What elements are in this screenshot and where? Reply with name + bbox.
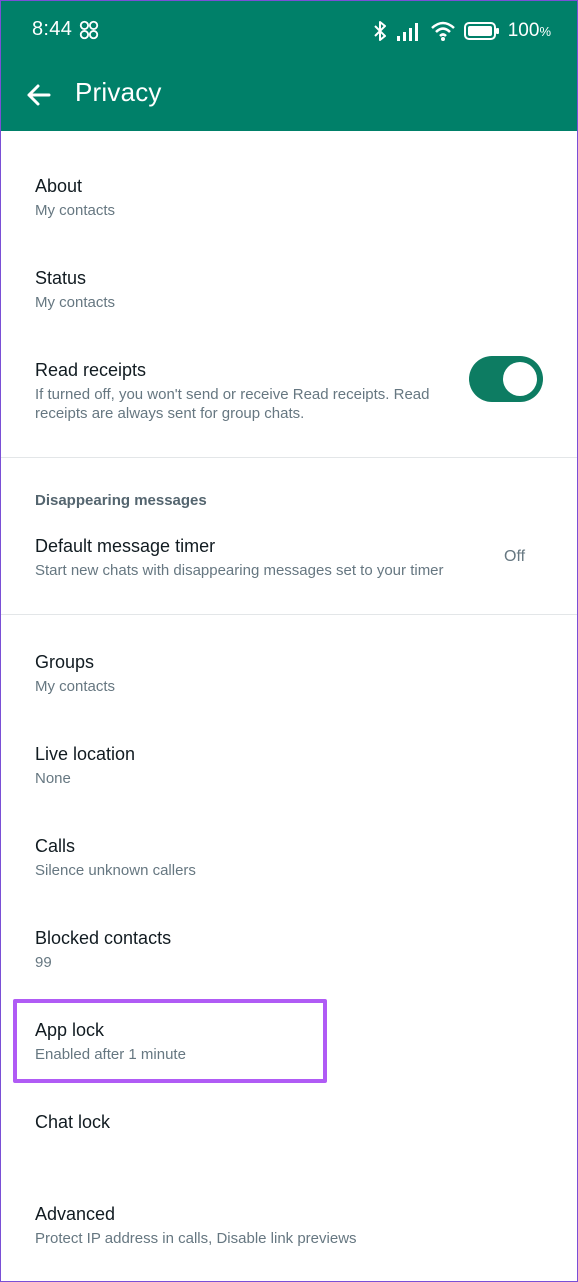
app-bar: Privacy (1, 61, 577, 131)
chat-lock-title: Chat lock (35, 1112, 111, 1132)
groups-item[interactable]: Groups My contacts (1, 635, 577, 719)
read-receipts-subtitle-line2: receipts are always sent for group chats… (35, 405, 305, 422)
status-subtitle: My contacts (35, 294, 116, 311)
calls-item[interactable]: Calls Silence unknown callers (1, 819, 577, 903)
toggle-knob (503, 362, 537, 396)
chat-lock-item[interactable]: Chat lock (1, 1095, 577, 1179)
calls-title: Calls (35, 836, 76, 856)
calls-subtitle: Silence unknown callers (35, 862, 196, 879)
screen: 8:44 100% Privacy About My contacts Stat… (0, 0, 578, 1282)
battery-percent: 100% (507, 20, 551, 41)
live-location-item[interactable]: Live location None (1, 727, 577, 811)
status-title: Status (35, 268, 87, 288)
groups-subtitle: My contacts (35, 678, 116, 695)
blocked-contacts-count: 99 (35, 954, 52, 971)
back-arrow-icon[interactable] (21, 77, 57, 113)
status-item[interactable]: Status My contacts (1, 251, 577, 335)
default-timer-title: Default message timer (35, 536, 216, 556)
default-message-timer-item[interactable]: Default message timer Start new chats wi… (1, 519, 577, 603)
status-time: 8:44 (32, 18, 73, 40)
bluetooth-icon (374, 21, 386, 41)
live-location-subtitle: None (35, 770, 71, 787)
wifi-icon (430, 21, 455, 41)
blocked-contacts-title: Blocked contacts (35, 928, 172, 948)
advanced-title: Advanced (35, 1204, 116, 1224)
highlight-annotation (13, 999, 327, 1083)
live-location-title: Live location (35, 744, 136, 764)
groups-title: Groups (35, 652, 95, 672)
divider (1, 614, 577, 615)
divider (1, 457, 577, 458)
status-icons: 100% (372, 16, 551, 46)
status-bar: 8:44 100% (1, 1, 577, 61)
read-receipts-title: Read receipts (35, 360, 147, 380)
default-timer-subtitle: Start new chats with disappearing messag… (35, 562, 444, 579)
about-title: About (35, 176, 83, 196)
battery-icon (463, 22, 499, 40)
about-item[interactable]: About My contacts (1, 159, 577, 243)
read-receipts-toggle[interactable] (469, 356, 543, 402)
default-timer-value: Off (504, 548, 526, 565)
fan-icon (79, 20, 99, 40)
disappearing-messages-header: Disappearing messages (35, 492, 207, 509)
read-receipts-subtitle-line1: If turned off, you won't send or receive… (35, 386, 430, 403)
page-title: Privacy (75, 77, 162, 107)
signal-icon (396, 23, 418, 41)
advanced-subtitle: Protect IP address in calls, Disable lin… (35, 1230, 357, 1247)
advanced-item[interactable]: Advanced Protect IP address in calls, Di… (1, 1187, 577, 1271)
about-subtitle: My contacts (35, 202, 116, 219)
blocked-contacts-item[interactable]: Blocked contacts 99 (1, 911, 577, 995)
